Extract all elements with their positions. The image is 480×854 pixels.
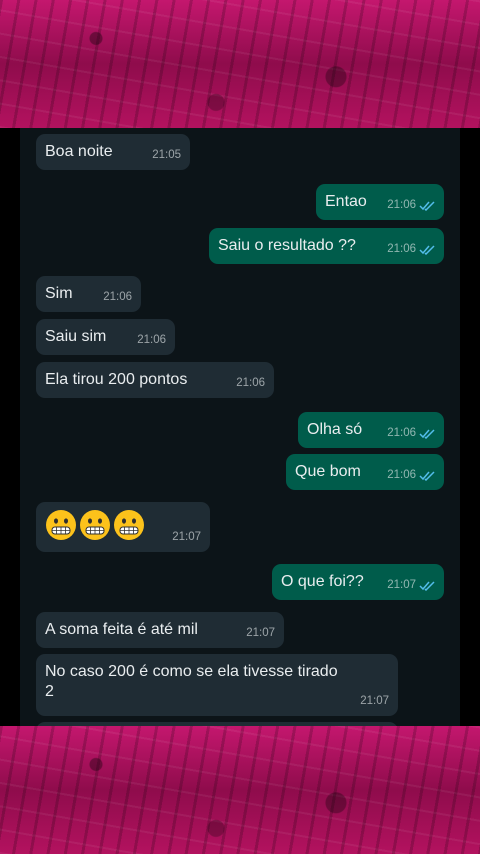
message-meta: 21:06 <box>387 423 435 443</box>
message-time: 21:06 <box>103 291 132 303</box>
message-outgoing[interactable]: Entao 21:06 <box>316 184 444 220</box>
message-outgoing[interactable]: O que foi?? 21:07 <box>272 564 444 600</box>
message-incoming[interactable]: Saiu sim 21:06 <box>36 319 175 355</box>
message-meta: 21:07 <box>172 527 201 547</box>
message-text: Saiu sim <box>45 328 107 345</box>
message-time: 21:06 <box>387 243 416 255</box>
grimacing-face-emoji-icon <box>80 510 110 540</box>
message-meta: 21:05 <box>152 145 181 165</box>
grimacing-face-emoji-icon <box>46 510 76 540</box>
message-meta: 21:06 <box>387 465 435 485</box>
message-incoming-emoji[interactable]: 21:07 <box>36 502 210 552</box>
message-text: Boa noite <box>45 143 113 160</box>
message-meta: 21:06 <box>103 287 132 307</box>
message-text: Olha só <box>307 421 363 438</box>
message-meta: 21:06 <box>387 195 435 215</box>
message-incoming[interactable]: Boa noite 21:05 <box>36 134 190 170</box>
message-time: 21:06 <box>387 469 416 481</box>
double-check-icon <box>419 244 435 255</box>
message-meta: 21:06 <box>236 373 265 393</box>
message-incoming[interactable]: No caso 200 é como se ela tivesse tirado… <box>36 654 398 716</box>
message-time: 21:07 <box>246 627 275 639</box>
message-time: 21:07 <box>172 531 201 543</box>
message-text: Que bom <box>295 463 361 480</box>
magenta-background-bottom <box>0 726 480 854</box>
message-text: Sim <box>45 285 73 302</box>
message-outgoing[interactable]: Saiu o resultado ?? 21:06 <box>209 228 444 264</box>
message-meta: 21:07 <box>360 691 389 711</box>
message-time: 21:06 <box>387 199 416 211</box>
message-time: 21:06 <box>137 334 166 346</box>
message-text: Entao <box>325 193 367 210</box>
message-outgoing[interactable]: Olha só 21:06 <box>298 412 444 448</box>
double-check-icon <box>419 200 435 211</box>
message-meta: 21:07 <box>387 575 435 595</box>
message-time: 21:07 <box>360 695 389 707</box>
message-time: 21:05 <box>152 149 181 161</box>
magenta-background-top <box>0 0 480 128</box>
double-check-icon <box>419 428 435 439</box>
message-text: No caso 200 é como se ela tivesse tirado… <box>45 663 338 700</box>
message-incoming[interactable]: A soma feita é até mil 21:07 <box>36 612 284 648</box>
message-meta: 21:07 <box>246 623 275 643</box>
message-outgoing[interactable]: Que bom 21:06 <box>286 454 444 490</box>
message-incoming[interactable]: Ela tirou 200 pontos 21:06 <box>36 362 274 398</box>
double-check-icon <box>419 470 435 481</box>
message-time: 21:06 <box>236 377 265 389</box>
message-incoming[interactable]: Sim 21:06 <box>36 276 141 312</box>
message-text: Ela tirou 200 pontos <box>45 371 188 388</box>
message-text: Saiu o resultado ?? <box>218 237 356 254</box>
message-time: 21:07 <box>387 579 416 591</box>
message-meta: 21:06 <box>387 239 435 259</box>
grimacing-face-emoji-icon <box>114 510 144 540</box>
message-time: 21:06 <box>387 427 416 439</box>
message-text: A soma feita é até mil <box>45 621 198 638</box>
chat-area[interactable]: Boa noite 21:05 Entao 21:06 Saiu o resul… <box>20 128 460 726</box>
chat-screenshot: Boa noite 21:05 Entao 21:06 Saiu o resul… <box>0 128 480 726</box>
message-text: O que foi?? <box>281 573 364 590</box>
double-check-icon <box>419 580 435 591</box>
message-meta: 21:06 <box>137 330 166 350</box>
